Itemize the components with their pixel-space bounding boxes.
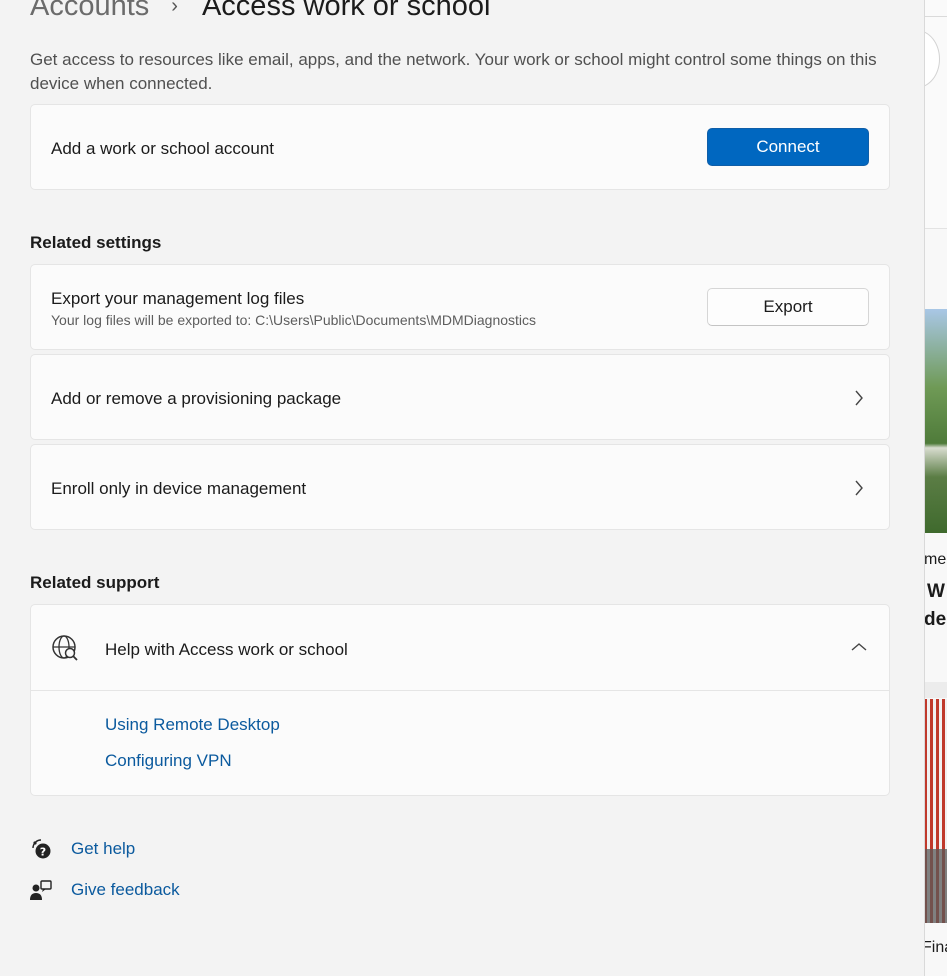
export-logs-title: Export your management log files <box>51 289 305 308</box>
export-logs-path: Your log files will be exported to: C:\U… <box>51 312 537 328</box>
enroll-device-management-item[interactable]: Enroll only in device management <box>30 444 890 530</box>
export-button[interactable]: Export <box>707 288 869 326</box>
give-feedback-row[interactable]: Give feedback <box>30 877 180 903</box>
background-news-photo <box>924 309 947 533</box>
chevron-up-icon[interactable] <box>851 639 867 655</box>
svg-text:?: ? <box>40 846 46 859</box>
breadcrumb-accounts[interactable]: Accounts <box>30 0 149 23</box>
give-feedback-link[interactable]: Give feedback <box>71 880 180 900</box>
connect-button[interactable]: Connect <box>707 128 869 166</box>
globe-search-icon <box>51 634 79 662</box>
background-source-text-2: Fina <box>924 939 947 956</box>
help-title: Help with Access work or school <box>105 640 348 659</box>
provisioning-package-item[interactable]: Add or remove a provisioning package <box>30 354 890 440</box>
background-source-text: meB <box>924 551 947 568</box>
chevron-right-icon <box>851 480 867 496</box>
background-headline-1: W <box>927 581 945 602</box>
breadcrumb: Accounts › Access work or school <box>30 0 490 26</box>
add-account-label: Add a work or school account <box>51 139 275 158</box>
provisioning-package-label: Add or remove a provisioning package <box>51 389 342 408</box>
help-expander: Help with Access work or school Using Re… <box>30 604 890 796</box>
page-title: Access work or school <box>201 0 491 22</box>
configuring-vpn-link[interactable]: Configuring VPN <box>105 751 232 771</box>
enroll-device-management-label: Enroll only in device management <box>51 479 307 498</box>
settings-pane: Accounts › Access work or school Get acc… <box>0 0 924 976</box>
breadcrumb-separator: › <box>171 0 178 17</box>
get-help-row[interactable]: ? Get help <box>30 836 135 862</box>
related-support-heading: Related support <box>30 573 160 592</box>
background-news-window: meB W de Fina <box>924 0 947 976</box>
help-chat-icon: ? <box>30 838 52 860</box>
related-settings-heading: Related settings <box>30 233 162 252</box>
help-expander-header[interactable]: Help with Access work or school <box>31 605 889 691</box>
remote-desktop-link[interactable]: Using Remote Desktop <box>105 715 280 735</box>
get-help-link[interactable]: Get help <box>71 839 135 859</box>
add-account-card: Add a work or school account Connect <box>30 104 890 190</box>
background-headline-2: de <box>924 609 947 630</box>
background-flag-photo <box>924 699 947 923</box>
page-description: Get access to resources like email, apps… <box>30 50 877 93</box>
chevron-right-icon <box>851 390 867 406</box>
feedback-icon <box>30 879 52 901</box>
export-logs-card: Export your management log files Your lo… <box>30 264 890 350</box>
